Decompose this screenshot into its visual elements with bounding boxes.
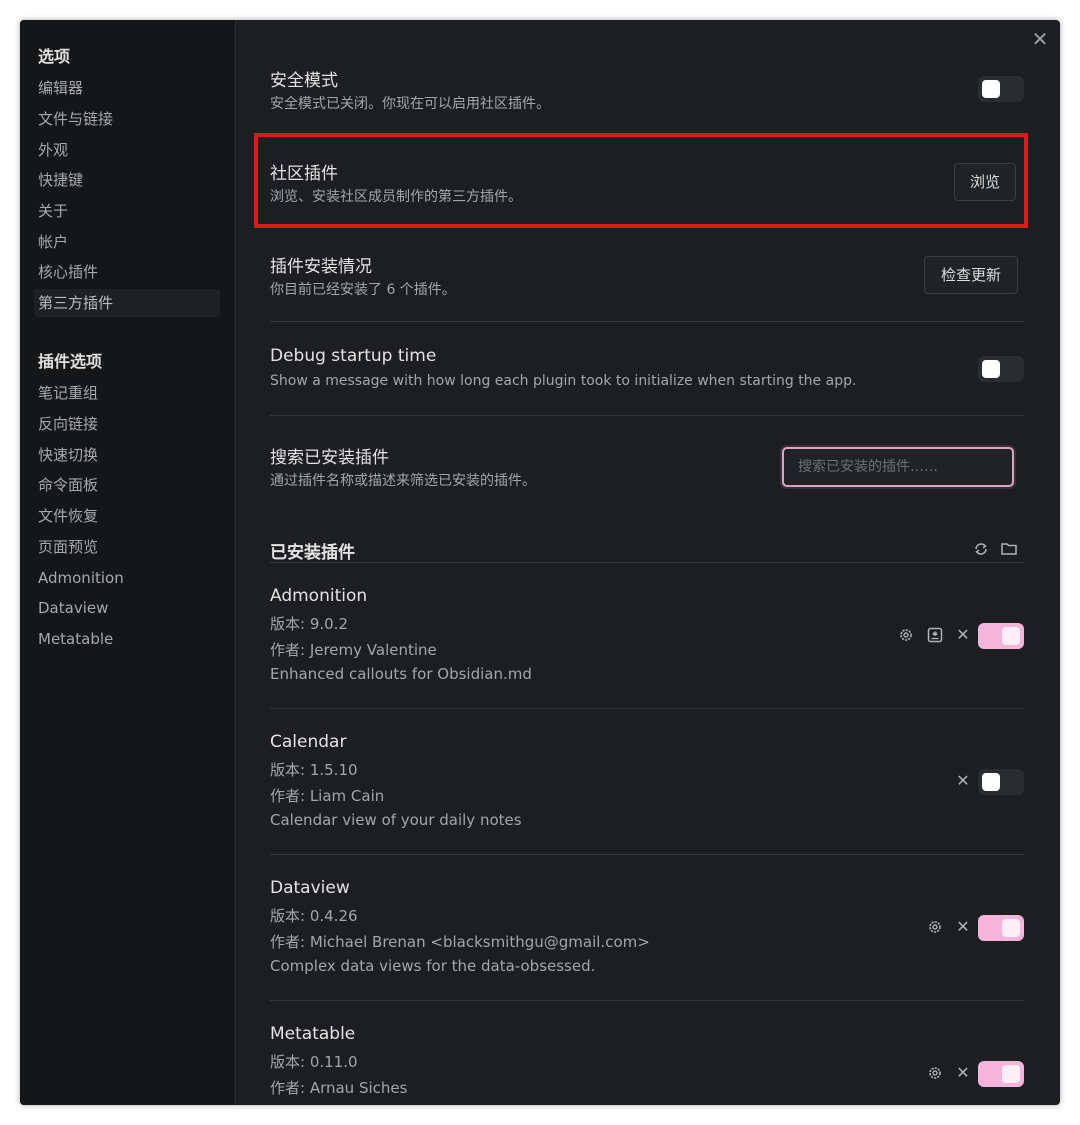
search-installed-title: 搜索已安装插件 (270, 448, 389, 468)
installed-status-title: 插件安装情况 (270, 257, 372, 277)
debug-startup-toggle[interactable] (978, 356, 1024, 382)
safe-mode-toggle[interactable] (978, 76, 1024, 102)
debug-startup-title: Debug startup time (270, 346, 437, 366)
sidebar-item-admonition[interactable]: Admonition (38, 564, 224, 592)
plugin-author: 作者: Arnau Siches (270, 1079, 408, 1097)
uninstall-icon[interactable]: ✕ (956, 772, 970, 790)
plugin-name: Dataview (270, 878, 350, 898)
sidebar-item-account[interactable]: 帐户 (38, 228, 224, 256)
plugin-version: 版本: 0.4.26 (270, 907, 358, 925)
sidebar-item-metatable[interactable]: Metatable (38, 625, 224, 653)
toggle-knob (982, 773, 1000, 791)
uninstall-icon[interactable]: ✕ (956, 626, 970, 644)
plugin-description: Calendar view of your daily notes (270, 811, 522, 829)
sidebar-item-dataview[interactable]: Dataview (38, 594, 224, 622)
sidebar-item-hotkeys[interactable]: 快捷键 (38, 166, 224, 194)
toggle-knob (982, 80, 1000, 98)
plugin-author: 作者: Jeremy Valentine (270, 641, 437, 659)
community-plugins-desc: 浏览、安装社区成员制作的第三方插件。 (270, 189, 522, 205)
plugin-description: Enhanced callouts for Obsidian.md (270, 665, 532, 683)
sidebar-item-backlinks[interactable]: 反向链接 (38, 410, 224, 438)
divider (270, 321, 1024, 322)
plugin-name: Admonition (270, 586, 368, 606)
sidebar-item-editor[interactable]: 编辑器 (38, 74, 224, 102)
plugin-version: 版本: 1.5.10 (270, 761, 358, 779)
plugin-author: 作者: Michael Brenan <blacksmithgu@gmail.c… (270, 933, 650, 951)
divider (270, 708, 1024, 709)
sidebar-item-files-links[interactable]: 文件与链接 (38, 105, 224, 133)
sidebar-heading-plugin-options: 插件选项 (38, 352, 103, 371)
plugin-author: 作者: Liam Cain (270, 787, 385, 805)
highlight-box (254, 133, 1028, 228)
plugin-version: 版本: 0.11.0 (270, 1053, 358, 1071)
toggle-knob (982, 360, 1000, 378)
plugin-toggle-admonition[interactable] (978, 623, 1024, 649)
sidebar-item-note-composer[interactable]: 笔记重组 (38, 379, 224, 407)
installed-plugins-heading: 已安装插件 (270, 543, 355, 563)
hotkey-icon[interactable] (926, 626, 944, 644)
safe-mode-title: 安全模式 (270, 71, 338, 91)
settings-modal: 选项 编辑器 文件与链接 外观 快捷键 关于 帐户 核心插件 第三方插件 插件选… (20, 20, 1060, 1105)
safe-mode-desc: 安全模式已关闭。你现在可以启用社区插件。 (270, 96, 550, 112)
folder-icon[interactable] (1000, 540, 1018, 558)
plugin-toggle-metatable[interactable] (978, 1061, 1024, 1087)
community-plugins-title: 社区插件 (270, 164, 338, 184)
gear-icon[interactable] (897, 626, 915, 644)
gear-icon[interactable] (926, 1064, 944, 1082)
sidebar-item-command-palette[interactable]: 命令面板 (38, 471, 224, 499)
browse-button[interactable]: 浏览 (954, 163, 1016, 201)
divider (270, 415, 1024, 416)
settings-content: 安全模式 安全模式已关闭。你现在可以启用社区插件。 社区插件 浏览、安装社区成员… (236, 20, 1060, 1105)
settings-sidebar: 选项 编辑器 文件与链接 外观 快捷键 关于 帐户 核心插件 第三方插件 插件选… (20, 20, 236, 1105)
check-updates-button[interactable]: 检查更新 (924, 256, 1018, 294)
divider (270, 854, 1024, 855)
uninstall-icon[interactable]: ✕ (956, 918, 970, 936)
divider (270, 562, 1024, 563)
sidebar-item-quick-switcher[interactable]: 快速切换 (38, 441, 224, 469)
sidebar-item-core-plugins[interactable]: 核心插件 (38, 258, 224, 286)
plugin-name: Metatable (270, 1024, 356, 1044)
toggle-knob (1002, 1065, 1020, 1083)
plugin-toggle-dataview[interactable] (978, 915, 1024, 941)
plugin-name: Calendar (270, 732, 347, 752)
gear-icon[interactable] (926, 918, 944, 936)
toggle-knob (1002, 627, 1020, 645)
search-installed-desc: 通过插件名称或描述来筛选已安装的插件。 (270, 473, 536, 489)
search-installed-input[interactable]: 搜索已安装的插件…… (782, 447, 1014, 487)
plugin-toggle-calendar[interactable] (978, 769, 1024, 795)
plugin-version: 版本: 9.0.2 (270, 615, 348, 633)
sidebar-heading-options: 选项 (38, 47, 71, 66)
uninstall-icon[interactable]: ✕ (956, 1064, 970, 1082)
divider (270, 1000, 1024, 1001)
installed-status-desc: 你目前已经安装了 6 个插件。 (270, 282, 456, 298)
sidebar-item-file-recovery[interactable]: 文件恢复 (38, 502, 224, 530)
plugin-description: Complex data views for the data-obsessed… (270, 957, 596, 975)
sidebar-item-appearance[interactable]: 外观 (38, 136, 224, 164)
sidebar-item-page-preview[interactable]: 页面预览 (38, 533, 224, 561)
debug-startup-desc: Show a message with how long each plugin… (270, 373, 857, 389)
reload-icon[interactable] (972, 540, 990, 558)
toggle-knob (1002, 919, 1020, 937)
sidebar-item-community-plugins[interactable]: 第三方插件 (34, 289, 220, 317)
sidebar-item-about[interactable]: 关于 (38, 197, 224, 225)
